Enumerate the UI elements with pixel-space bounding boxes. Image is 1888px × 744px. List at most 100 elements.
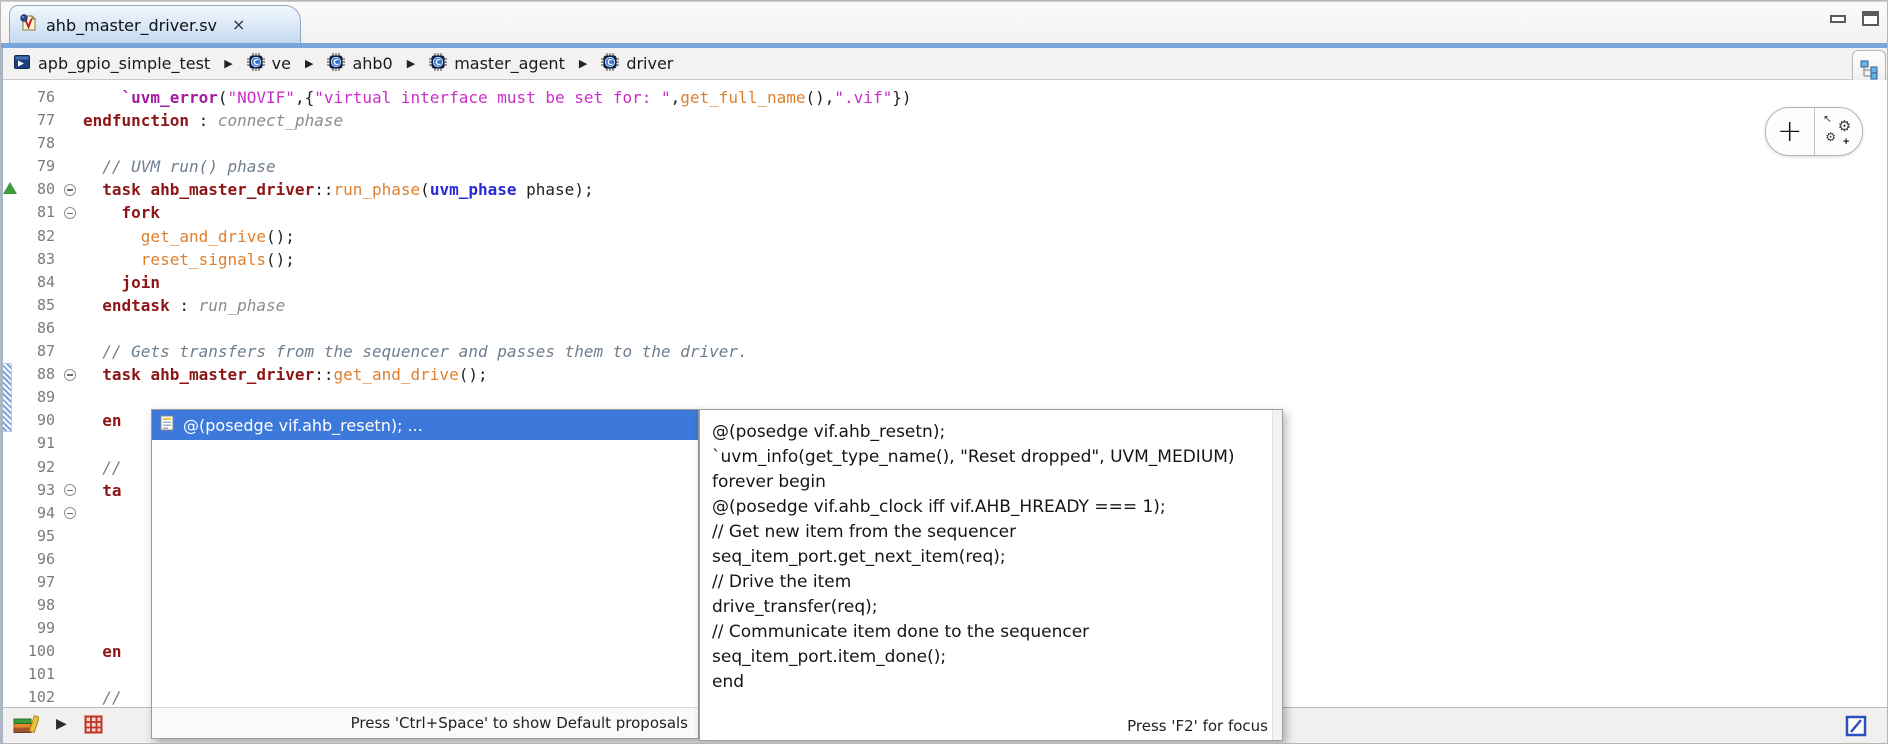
preview-code-line: // Communicate item done to the sequence… xyxy=(712,620,1268,645)
settings-gears-button[interactable]: ↖⚙⚙+ xyxy=(1815,108,1863,155)
line-number: 99 xyxy=(15,617,61,640)
editor-tab-bar: ahb_master_driver.sv × xyxy=(1,1,1888,44)
line-number: 93 xyxy=(15,479,61,502)
line-number: 80 xyxy=(15,178,61,201)
code-line: 76 `uvm_error("NOVIF",{"virtual interfac… xyxy=(1,86,1888,109)
code-line: 82 get_and_drive(); xyxy=(1,225,1888,248)
fold-collapse-icon[interactable] xyxy=(61,507,79,519)
assist-footer: Press 'Ctrl+Space' to show Default propo… xyxy=(152,707,698,738)
line-number: 91 xyxy=(15,432,61,455)
breadcrumb-item-driver[interactable]: Cdriver xyxy=(601,53,673,75)
preview-code-line: // Drive the item xyxy=(712,570,1268,595)
add-button[interactable]: + xyxy=(1766,108,1815,155)
code-text[interactable]: fork xyxy=(79,201,1888,224)
proposal-label: @(posedge vif.ahb_resetn); ... xyxy=(183,416,423,435)
preview-code-line: seq_item_port.get_next_item(req); xyxy=(712,545,1268,570)
code-text[interactable]: endfunction : connect_phase xyxy=(79,109,1888,132)
breadcrumb: apb_gpio_simple_test▶Cve▶Cahb0▶Cmaster_a… xyxy=(1,48,1888,80)
component-chip-icon: C xyxy=(247,53,265,75)
minimize-view-icon[interactable] xyxy=(1830,15,1846,23)
preview-code-line: seq_item_port.item_done(); xyxy=(712,645,1268,670)
fold-collapse-icon[interactable] xyxy=(61,184,79,196)
window-left-edge xyxy=(1,48,3,744)
breadcrumb-item-apb_gpio_simple_test[interactable]: apb_gpio_simple_test xyxy=(13,53,210,75)
breadcrumb-separator-icon: ▶ xyxy=(407,57,415,70)
content-assist-popup: @(posedge vif.ahb_resetn); ... Press 'Ct… xyxy=(151,409,699,739)
line-number: 82 xyxy=(15,225,61,248)
code-line: 83 reset_signals(); xyxy=(1,248,1888,271)
breadcrumb-item-label: apb_gpio_simple_test xyxy=(38,54,210,73)
preview-footer: Press 'F2' for focus xyxy=(1127,717,1268,735)
breadcrumb-item-master_agent[interactable]: Cmaster_agent xyxy=(429,53,565,75)
code-line: 89 xyxy=(1,386,1888,409)
code-text[interactable]: endtask : run_phase xyxy=(79,294,1888,317)
breadcrumb-item-label: ahb0 xyxy=(352,54,392,73)
line-number: 83 xyxy=(15,248,61,271)
line-number: 89 xyxy=(15,386,61,409)
line-number: 102 xyxy=(15,686,61,707)
component-chip-icon: C xyxy=(601,53,619,75)
code-text[interactable]: join xyxy=(79,271,1888,294)
svg-text:C: C xyxy=(608,57,614,66)
fold-collapse-icon[interactable] xyxy=(61,207,79,219)
line-number: 81 xyxy=(15,201,61,224)
code-text[interactable]: reset_signals(); xyxy=(79,248,1888,271)
fold-collapse-icon[interactable] xyxy=(61,484,79,496)
systemverilog-file-icon xyxy=(20,14,37,36)
line-number: 94 xyxy=(15,502,61,525)
svg-text:C: C xyxy=(435,57,441,66)
code-text[interactable]: // UVM run() phase xyxy=(79,155,1888,178)
preview-code-line: @(posedge vif.ahb_clock iff vif.AHB_HREA… xyxy=(712,495,1268,520)
maximize-view-icon[interactable] xyxy=(1862,11,1879,26)
breadcrumb-separator-icon: ▶ xyxy=(579,57,587,70)
code-line: 86 xyxy=(1,317,1888,340)
code-line: 84 join xyxy=(1,271,1888,294)
preview-code-line: @(posedge vif.ahb_resetn); xyxy=(712,420,1268,445)
breadcrumb-item-ve[interactable]: Cve xyxy=(247,53,291,75)
svg-text:C: C xyxy=(253,57,259,66)
code-text[interactable]: task ahb_master_driver::get_and_drive(); xyxy=(79,363,1888,386)
code-text[interactable]: `uvm_error("NOVIF",{"virtual interface m… xyxy=(79,86,1888,109)
line-number: 85 xyxy=(15,294,61,317)
line-number: 86 xyxy=(15,317,61,340)
code-line: 81 fork xyxy=(1,201,1888,224)
code-line: 79 // UVM run() phase xyxy=(1,155,1888,178)
library-books-icon[interactable] xyxy=(13,713,39,735)
code-text[interactable]: task ahb_master_driver::run_phase(uvm_ph… xyxy=(79,178,1888,201)
line-number: 92 xyxy=(15,456,61,479)
testbench-run-icon xyxy=(13,53,31,75)
green-arrow-marker xyxy=(3,182,17,194)
code-text[interactable]: get_and_drive(); xyxy=(79,225,1888,248)
code-line: 85 endtask : run_phase xyxy=(1,294,1888,317)
code-text[interactable]: // Gets transfers from the sequencer and… xyxy=(79,340,1888,363)
tab-close-icon[interactable]: × xyxy=(232,17,245,33)
proposal-item-selected[interactable]: @(posedge vif.ahb_resetn); ... xyxy=(152,410,698,440)
fold-collapse-icon[interactable] xyxy=(61,369,79,381)
line-number: 96 xyxy=(15,548,61,571)
code-line: 80 task ahb_master_driver::run_phase(uvm… xyxy=(1,178,1888,201)
tab-ahb-master-driver[interactable]: ahb_master_driver.sv × xyxy=(9,5,301,44)
breadcrumb-item-label: master_agent xyxy=(454,54,565,73)
component-chip-icon: C xyxy=(429,53,447,75)
dvt-eclipse-editor-window: ahb_master_driver.sv × apb_gpio_simple_t… xyxy=(0,0,1888,744)
line-number: 101 xyxy=(15,663,61,686)
line-number: 77 xyxy=(15,109,61,132)
line-number: 88 xyxy=(15,363,61,386)
proposal-preview-popup: @(posedge vif.ahb_resetn);`uvm_info(get_… xyxy=(699,409,1283,741)
svg-text:C: C xyxy=(334,57,340,66)
red-grid-icon[interactable] xyxy=(84,715,103,734)
line-number: 97 xyxy=(15,571,61,594)
line-number: 87 xyxy=(15,340,61,363)
hierarchy-icon xyxy=(1859,60,1879,80)
proposal-preview-code: @(posedge vif.ahb_resetn);`uvm_info(get_… xyxy=(712,420,1268,695)
template-icon xyxy=(159,415,175,435)
preview-code-line: // Get new item from the sequencer xyxy=(712,520,1268,545)
play-arrow-icon[interactable]: ▶ xyxy=(56,716,67,732)
breadcrumb-item-ahb0[interactable]: Cahb0 xyxy=(327,53,392,75)
preview-code-line: drive_transfer(req); xyxy=(712,595,1268,620)
line-number: 79 xyxy=(15,155,61,178)
smart-insert-icon[interactable] xyxy=(1845,715,1867,741)
preview-scrollbar[interactable] xyxy=(1272,410,1282,740)
line-number: 98 xyxy=(15,594,61,617)
line-number: 90 xyxy=(15,409,61,432)
